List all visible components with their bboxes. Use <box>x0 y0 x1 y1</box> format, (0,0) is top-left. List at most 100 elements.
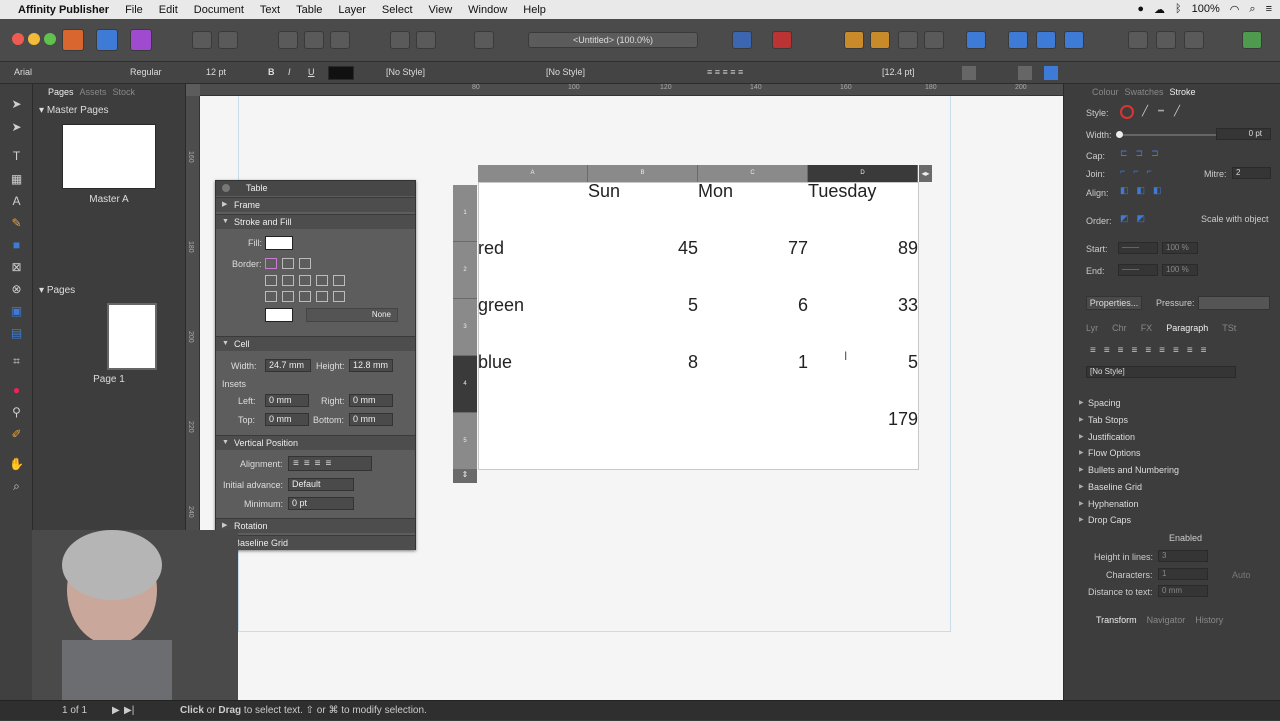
insert-after-icon[interactable] <box>924 31 944 49</box>
cell-section-header[interactable]: ▼ Cell <box>216 336 415 351</box>
text-frame-options-icon[interactable] <box>962 66 976 80</box>
document-tab[interactable]: <Untitled> (100.0%) <box>528 32 698 48</box>
tab-assets[interactable]: Assets <box>80 84 107 100</box>
horizontal-ruler[interactable]: 80 100 120 140 160 180 200 <box>200 84 1063 96</box>
initial-advance-select[interactable]: Default <box>288 478 354 491</box>
flip-horizontal-icon[interactable] <box>1008 31 1028 49</box>
join-buttons[interactable]: ⌐⌐⌐ <box>1120 166 1176 179</box>
tab-colour[interactable]: Colour <box>1092 84 1119 100</box>
section-baseline-grid[interactable]: Baseline Grid <box>1079 482 1142 492</box>
table-cell[interactable]: 33 <box>808 295 918 316</box>
tab-pages[interactable]: Pages <box>48 84 74 100</box>
preflight-icon[interactable] <box>218 31 238 49</box>
cap-buttons[interactable]: ⊏⊐⊐ <box>1120 148 1176 161</box>
width-field[interactable]: 0 pt <box>1216 128 1271 140</box>
preview-mode-icon[interactable] <box>732 31 752 49</box>
table-cell[interactable]: Mon <box>698 181 733 202</box>
arrange-icon[interactable] <box>844 31 864 49</box>
row-header-2[interactable]: 2 <box>453 242 477 299</box>
table-cell[interactable]: 179 <box>808 409 918 430</box>
row-header-3[interactable]: 3 <box>453 299 477 356</box>
table-format-icon[interactable] <box>1044 66 1058 80</box>
table-cell[interactable]: 89 <box>808 238 918 259</box>
photo-persona-icon[interactable] <box>130 29 152 51</box>
cell-width-field[interactable]: 24.7 mm <box>265 359 311 372</box>
border-top-icon[interactable] <box>265 275 277 286</box>
publisher-persona-icon[interactable] <box>62 29 84 51</box>
table-cell[interactable]: 5 <box>808 352 918 373</box>
tab-history[interactable]: History <box>1195 612 1223 628</box>
start-scale-field[interactable]: 100 % <box>1162 242 1198 254</box>
characters-field[interactable]: 1 <box>1158 568 1208 580</box>
menu-window[interactable]: Window <box>460 4 515 16</box>
table-cell[interactable]: 8 <box>588 352 698 373</box>
border-h-icon[interactable] <box>265 291 277 302</box>
paragraph-style-select[interactable]: [No Style] <box>1086 366 1236 378</box>
mitre-field[interactable]: 2 <box>1232 167 1271 179</box>
menu-table[interactable]: Table <box>288 4 330 16</box>
table-cell[interactable]: 45 <box>588 238 698 259</box>
crop-tool-icon[interactable]: ⌗ <box>9 355 24 368</box>
auto-checkbox[interactable]: Auto <box>1232 570 1251 580</box>
text-color-swatch[interactable] <box>328 66 354 80</box>
menu-document[interactable]: Document <box>186 4 252 16</box>
table-cell[interactable]: Sun <box>588 181 620 202</box>
master-pages-header[interactable]: ▾ Master Pages <box>33 104 186 118</box>
distance-to-text-field[interactable]: 0 mm <box>1158 585 1208 597</box>
rotate-icon[interactable] <box>1064 31 1084 49</box>
table-cell[interactable]: 6 <box>698 295 808 316</box>
place-image-tool-icon[interactable]: ▣ <box>9 305 24 318</box>
stroke-fill-section-header[interactable]: ▼ Stroke and Fill <box>216 214 415 229</box>
fill-swatch[interactable] <box>265 236 293 250</box>
arrange-back-icon[interactable] <box>870 31 890 49</box>
column-header-b[interactable]: B <box>588 165 698 182</box>
table-grid-icon[interactable] <box>1018 66 1032 80</box>
no-stroke-icon[interactable] <box>1120 105 1134 119</box>
section-flow-options[interactable]: Flow Options <box>1079 448 1140 458</box>
pages-header[interactable]: ▾ Pages <box>33 284 186 298</box>
row-header-4[interactable]: 4 <box>453 356 477 413</box>
end-scale-field[interactable]: 100 % <box>1162 264 1198 276</box>
border-left-icon[interactable] <box>282 275 294 286</box>
tab-stroke[interactable]: Stroke <box>1170 84 1196 100</box>
section-justification[interactable]: Justification <box>1079 432 1135 442</box>
close-window-button[interactable] <box>12 33 24 45</box>
picture-frame-icon[interactable] <box>330 31 350 49</box>
user-icon[interactable] <box>1242 31 1262 49</box>
tab-stock[interactable]: Stock <box>113 84 136 100</box>
font-style-select[interactable]: Regular <box>126 66 198 80</box>
row-header-1[interactable]: 1 <box>453 185 477 242</box>
tab-fx[interactable]: FX <box>1141 320 1153 336</box>
tab-navigator[interactable]: Navigator <box>1147 612 1186 628</box>
color-picker-tool-icon[interactable]: ✐ <box>9 428 24 441</box>
menu-edit[interactable]: Edit <box>151 4 186 16</box>
menu-app-name[interactable]: Affinity Publisher <box>16 4 117 16</box>
drop-caps-enabled-checkbox[interactable]: Enabled <box>1169 533 1202 543</box>
control-center-icon[interactable]: ≡ <box>1266 3 1272 16</box>
flip-vertical-icon[interactable] <box>1036 31 1056 49</box>
menu-layer[interactable]: Layer <box>330 4 374 16</box>
designer-persona-icon[interactable] <box>96 29 118 51</box>
boolean-subtract-icon[interactable] <box>1156 31 1176 49</box>
bluetooth-icon[interactable]: ᛒ <box>1175 3 1182 16</box>
last-page-button[interactable]: ▶| <box>124 701 134 721</box>
cell-height-field[interactable]: 12.8 mm <box>349 359 393 372</box>
border-right-icon[interactable] <box>316 275 328 286</box>
inset-left-field[interactable]: 0 mm <box>265 394 309 407</box>
zoom-tool-icon[interactable]: ⌕ <box>9 480 24 493</box>
font-size-field[interactable]: 12 pt <box>202 66 258 80</box>
section-spacing[interactable]: Spacing <box>1079 398 1120 408</box>
border-rows-icon[interactable] <box>333 291 345 302</box>
menu-select[interactable]: Select <box>374 4 421 16</box>
pen-tool-icon[interactable]: ✎ <box>9 217 24 230</box>
minimum-field[interactable]: 0 pt <box>288 497 354 510</box>
minimize-window-button[interactable] <box>28 33 40 45</box>
pressure-graph[interactable] <box>1198 296 1270 310</box>
node-tool-icon[interactable]: ➤ <box>9 121 24 134</box>
italic-button[interactable]: I <box>284 66 298 80</box>
order-buttons[interactable]: ◩◩ <box>1120 213 1152 226</box>
character-style-select[interactable]: [No Style] <box>382 66 470 80</box>
tab-transform[interactable]: Transform <box>1096 612 1137 628</box>
bold-button[interactable]: B <box>264 66 278 80</box>
baseline-grid-section-header[interactable]: ▶Baseline Grid <box>216 535 415 550</box>
